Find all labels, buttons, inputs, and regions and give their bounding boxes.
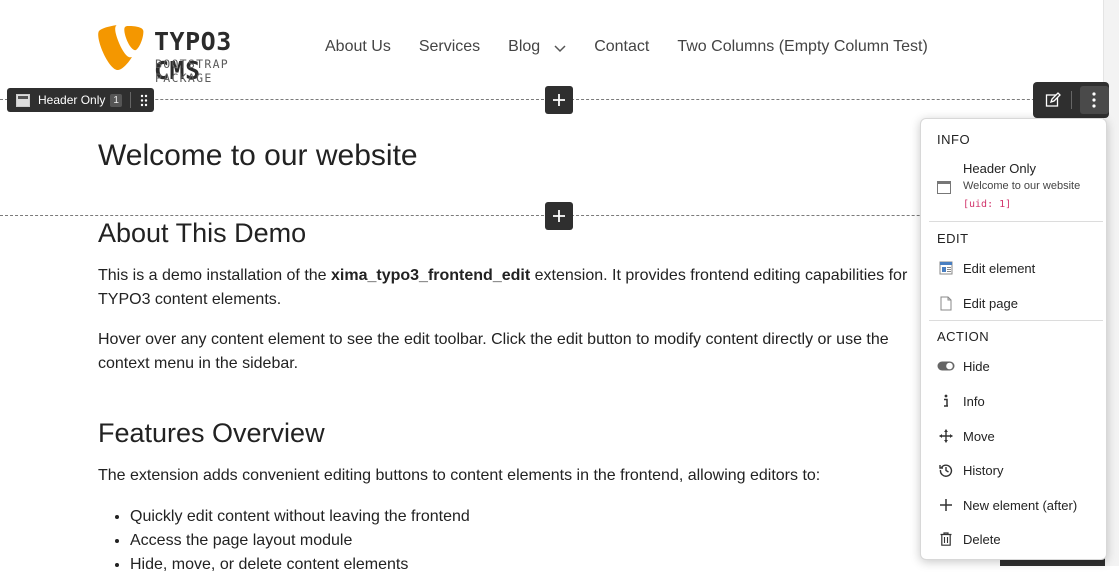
- section-heading-about: About This Demo: [98, 218, 307, 248]
- element-type-pill[interactable]: Header Only 1: [7, 88, 154, 112]
- history-icon: [939, 464, 953, 477]
- menu-item-history[interactable]: History: [921, 456, 1105, 484]
- plus-icon: [553, 210, 565, 222]
- menu-item-delete[interactable]: Delete: [921, 525, 1105, 553]
- element-info: Header Only Welcome to our website [uid:…: [937, 161, 1102, 213]
- nav-blog[interactable]: Blog: [508, 38, 566, 56]
- edit-element-button[interactable]: [1038, 86, 1068, 114]
- menu-item-label: Move: [963, 428, 995, 444]
- intro-paragraph: This is a demo installation of the xima_…: [98, 264, 928, 312]
- info-icon: [944, 394, 948, 407]
- menu-header-edit: EDIT: [937, 231, 969, 246]
- plus-icon: [940, 499, 952, 511]
- site-logo[interactable]: TYPO3 CMS BOOTSTRAP PACKAGE: [98, 25, 288, 85]
- move-arrows-icon: [939, 429, 953, 443]
- menu-item-label: Hide: [963, 358, 990, 374]
- nav-two-columns[interactable]: Two Columns (Empty Column Test): [677, 38, 927, 56]
- plus-icon: [553, 94, 565, 106]
- vertical-dots-icon: [1092, 92, 1096, 108]
- info-title: Header Only: [963, 161, 1036, 176]
- menu-item-hide[interactable]: Hide: [921, 352, 1105, 380]
- chevron-down-icon: [554, 45, 566, 53]
- list-item: Quickly edit content without leaving the…: [130, 505, 470, 529]
- content-element-icon: [939, 261, 953, 275]
- menu-item-new-element-after[interactable]: New element (after): [921, 491, 1105, 519]
- menu-divider: [929, 320, 1103, 321]
- logo-subtitle: BOOTSTRAP PACKAGE: [155, 57, 230, 85]
- menu-header-action: ACTION: [937, 329, 990, 344]
- info-subtitle: Welcome to our website: [963, 180, 1081, 192]
- menu-item-edit-page[interactable]: Edit page: [921, 289, 1105, 317]
- typo3-logo-icon: [98, 25, 144, 70]
- nav-services[interactable]: Services: [419, 38, 480, 56]
- toggle-icon: [937, 361, 955, 371]
- section-heading-features: Features Overview: [98, 418, 325, 448]
- context-menu: INFO Header Only Welcome to our website …: [920, 118, 1107, 560]
- add-element-button-top[interactable]: [545, 86, 573, 114]
- features-list: Quickly edit content without leaving the…: [98, 505, 470, 577]
- list-item: Access the page layout module: [130, 529, 470, 553]
- menu-divider: [929, 221, 1103, 222]
- nav-label: About Us: [325, 38, 391, 55]
- menu-item-label: Delete: [963, 531, 1001, 547]
- menu-item-move[interactable]: Move: [921, 422, 1105, 450]
- element-edit-toolbar: [1033, 82, 1110, 118]
- nav-label: Blog: [508, 38, 541, 55]
- pill-divider: [129, 92, 131, 108]
- menu-item-label: Info: [963, 393, 985, 409]
- menu-item-info[interactable]: Info: [921, 387, 1105, 415]
- page-icon: [940, 296, 952, 310]
- nav-label: Contact: [594, 38, 650, 55]
- pencil-edit-icon: [1045, 92, 1061, 107]
- features-intro: The extension adds convenient editing bu…: [98, 467, 821, 484]
- main-navigation: About Us Services Blog Contact Two Colum…: [325, 38, 956, 56]
- add-element-button-after[interactable]: [545, 202, 573, 230]
- menu-item-label: New element (after): [963, 497, 1078, 513]
- menu-item-edit-element[interactable]: Edit element: [921, 254, 1105, 282]
- nav-contact[interactable]: Contact: [594, 38, 649, 56]
- nav-label: Two Columns (Empty Column Test): [677, 38, 928, 55]
- info-uid: [uid: 1]: [963, 199, 1012, 210]
- extension-name: xima_typo3_frontend_edit: [331, 267, 531, 284]
- menu-item-label: Edit page: [963, 295, 1018, 311]
- menu-item-label: Edit element: [963, 260, 1036, 276]
- page-title: Welcome to our website: [98, 139, 418, 172]
- nav-about-us[interactable]: About Us: [325, 38, 391, 56]
- hover-paragraph: Hover over any content element to see th…: [98, 331, 889, 372]
- element-type-label: Header Only: [38, 93, 106, 107]
- content-element-icon: [937, 181, 951, 194]
- trash-icon: [940, 532, 952, 546]
- menu-item-label: History: [963, 462, 1004, 478]
- menu-header-info: INFO: [937, 132, 971, 147]
- nav-label: Services: [418, 38, 481, 55]
- uid-badge: 1: [110, 93, 122, 107]
- more-actions-button[interactable]: [1079, 86, 1110, 114]
- content-element-icon: [16, 93, 30, 107]
- list-item: Hide, move, or delete content elements: [130, 553, 470, 577]
- intro-text-start: This is a demo installation of the: [98, 267, 332, 284]
- drag-handle-icon[interactable]: [140, 94, 148, 107]
- toolbar-divider: [1070, 91, 1072, 109]
